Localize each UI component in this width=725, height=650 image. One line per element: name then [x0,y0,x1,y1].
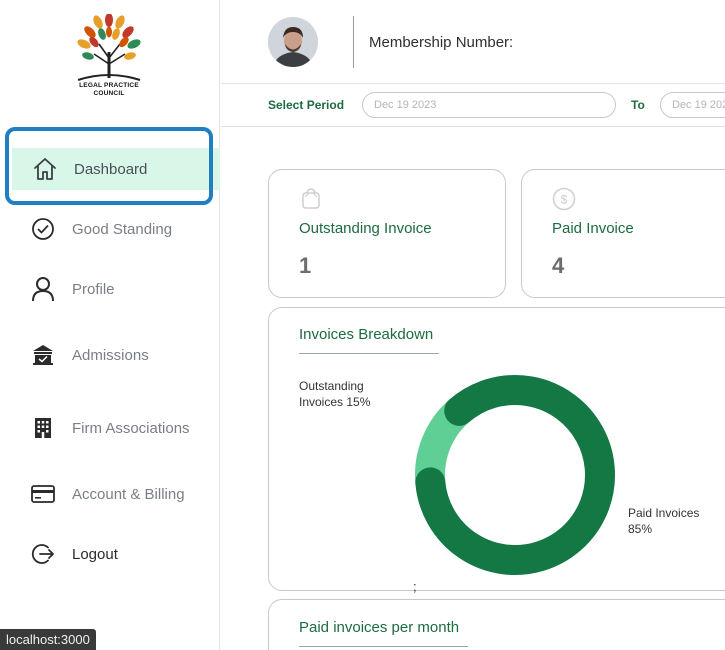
sidebar-item-dashboard[interactable]: Dashboard [12,148,220,190]
header-divider [353,16,354,68]
home-icon [31,155,59,183]
sidebar-item-label: Dashboard [74,160,148,178]
sidebar-item-label: Logout [72,545,118,563]
logout-button[interactable]: Logout [10,532,220,576]
outstanding-invoices-label: Outstanding Invoices 15% [299,378,370,410]
logo-text-line2: COUNCIL [93,90,125,97]
card-icon [29,480,57,508]
outstanding-label-line1: Outstanding [299,379,364,393]
paid-invoices-label: Paid Invoices 85% [628,505,699,537]
invoices-breakdown-title: Invoices Breakdown [299,326,439,354]
building-icon [29,341,57,369]
select-period-label: Select Period [268,98,345,112]
paid-invoices-per-month-title: Paid invoices per month [299,619,468,647]
to-label: To [631,98,645,112]
bag-icon [299,187,323,211]
sidebar: LEGAL PRACTICE COUNCIL Dashboard Good St… [0,0,220,650]
invoices-donut-chart [415,375,615,575]
sidebar-item-firm-associations[interactable]: Firm Associations [10,406,220,450]
user-avatar-icon [268,17,318,67]
logo-text: LEGAL PRACTICE COUNCIL [68,82,150,98]
svg-text:$: $ [561,193,568,207]
avatar[interactable] [268,17,318,67]
check-circle-icon [29,215,57,243]
outstanding-label-line2: Invoices 15% [299,395,371,409]
tree-logo-icon [77,13,141,81]
sidebar-item-label: Firm Associations [72,419,190,437]
paid-label-line2: 85% [628,522,653,536]
dollar-circle-icon: $ [552,187,576,211]
status-bar-url: localhost:3000 [0,629,96,650]
sidebar-item-account-billing[interactable]: Account & Billing [10,472,220,516]
membership-number-label: Membership Number: [369,34,514,51]
sidebar-item-profile[interactable]: Profile [10,267,220,311]
lpc-logo: LEGAL PRACTICE COUNCIL [68,13,150,102]
paid-invoice-card[interactable]: $ Paid Invoice 4 [521,169,725,298]
donut-slice-paid-invoices[interactable] [415,375,615,575]
sidebar-item-label: Profile [72,280,115,298]
period-bar: Select Period Dec 19 2023 To Dec 19 2023 [221,84,725,127]
invoices-breakdown-card: Invoices Breakdown Outstanding Invoices … [268,307,725,591]
stray-semicolon: ; [413,579,417,594]
outstanding-invoice-card[interactable]: Outstanding Invoice 1 [268,169,506,298]
to-date-input[interactable]: Dec 19 2023 [660,92,725,118]
sidebar-item-label: Account & Billing [72,485,185,503]
paid-label-line1: Paid Invoices [628,506,700,520]
office-icon [29,414,57,442]
logo-text-line1: LEGAL PRACTICE [79,82,139,89]
sidebar-item-good-standing[interactable]: Good Standing [10,207,220,251]
sidebar-item-admissions[interactable]: Admissions [10,333,220,377]
outstanding-invoice-count: 1 [299,253,312,278]
outstanding-invoice-title: Outstanding Invoice [299,220,432,237]
logout-icon [29,540,57,568]
from-date-input[interactable]: Dec 19 2023 [362,92,616,118]
sidebar-item-label: Admissions [72,346,149,364]
paid-invoice-title: Paid Invoice [552,220,634,237]
paid-invoice-count: 4 [552,253,565,278]
paid-invoices-per-month-card: Paid invoices per month [268,599,725,650]
person-icon [29,275,57,303]
sidebar-item-label: Good Standing [72,220,173,238]
top-header: Membership Number: [221,0,725,84]
